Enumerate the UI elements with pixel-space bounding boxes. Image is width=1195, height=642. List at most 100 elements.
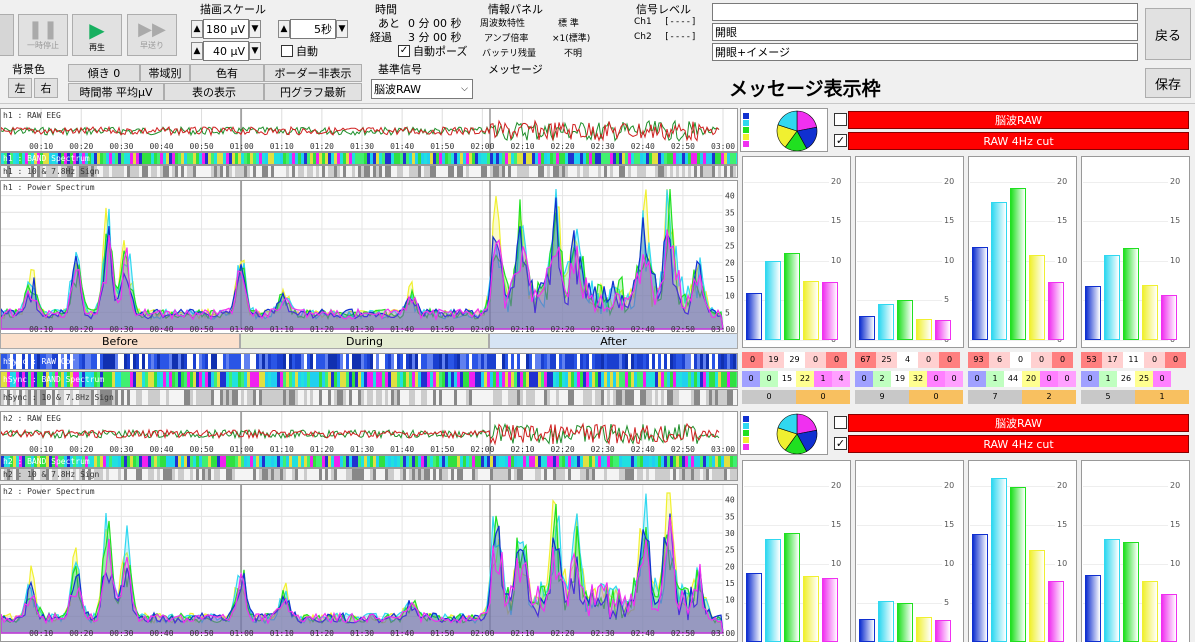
y-tick: 30 (725, 225, 735, 234)
bg-right-button[interactable]: 右 (34, 78, 58, 98)
y-tick: 30 (725, 529, 735, 538)
table-cell: 2 (1022, 390, 1076, 404)
ch1-value: [----] (664, 17, 697, 27)
pie-legend-swatch (743, 416, 749, 422)
bar (897, 300, 913, 340)
elapsed-label: 経過 (370, 31, 392, 44)
table-cell: 25 (876, 352, 897, 368)
scale1-spinner[interactable]: ▲ 180 μV ▼ (191, 19, 261, 39)
table-cell: 0 (855, 371, 873, 387)
table-cell: 0 (796, 390, 850, 404)
amp-label: アンプ倍率 (484, 34, 529, 44)
ch2-label: Ch2 (634, 32, 652, 42)
autopause-checkbox[interactable]: ✓ 自動ポーズ (398, 43, 467, 59)
scale2-down-icon[interactable]: ▼ (249, 42, 261, 60)
time-up-icon[interactable]: ▲ (278, 20, 290, 38)
ch2-raw-button[interactable]: 脳波RAW (848, 414, 1189, 432)
time-tick: 00:50 (190, 629, 214, 638)
scale2-up-icon[interactable]: ▲ (191, 42, 203, 60)
bar (1123, 541, 1139, 642)
bar (784, 253, 800, 340)
scale1-up-icon[interactable]: ▲ (191, 20, 203, 38)
time-down-icon[interactable]: ▼ (336, 20, 348, 38)
bar (1123, 248, 1139, 340)
pie-button[interactable]: 円グラフ最新 (264, 83, 362, 101)
table-cell: 0 (1052, 352, 1073, 368)
table-cell: 0 (1153, 371, 1171, 387)
time-tick: 01:20 (310, 142, 334, 151)
tilt-button[interactable]: 傾き 0 (68, 64, 140, 82)
table-cell: 0 (1081, 371, 1099, 387)
bar-y-tick: 20 (1170, 176, 1181, 186)
table-cell: 4 (832, 371, 850, 387)
time-tick: 01:10 (270, 445, 294, 454)
time-tick: 01:50 (430, 142, 454, 151)
time-tick: 01:50 (430, 629, 454, 638)
color-button[interactable]: 色有 (190, 64, 264, 82)
ch1-raw-checkbox[interactable] (834, 113, 847, 126)
ch1-cut-button[interactable]: RAW 4Hz cut (848, 132, 1189, 150)
bar (935, 320, 951, 340)
table-cell: 0 (909, 390, 963, 404)
time-tick: 02:40 (631, 142, 655, 151)
table-cell: 25 (1135, 371, 1153, 387)
table-cell: 32 (909, 371, 927, 387)
bar (916, 616, 932, 642)
ch1-raw-eeg-panel: 00:10 00:20 00:30 00:40 00:50 01:00 01:10 01:20… (0, 108, 738, 152)
scale1-down-icon[interactable]: ▼ (249, 20, 261, 38)
bar (1161, 593, 1177, 642)
ch1-bar-charts: 20151050201510502015105020151050 (740, 156, 1195, 348)
text-field-2[interactable]: 開眼 (712, 23, 1138, 41)
play-button[interactable]: ▶ 再生 (72, 14, 122, 56)
table-cell: 0 (918, 352, 939, 368)
save-button[interactable]: 保存 (1145, 68, 1191, 98)
bar (972, 246, 988, 340)
battery-label: バッテリ残量 (482, 49, 537, 59)
text-field-1[interactable] (712, 3, 1138, 21)
prev-button[interactable] (0, 14, 14, 56)
ch1-cut-checkbox[interactable]: ✓ (834, 134, 847, 147)
y-tick: 25 (725, 546, 735, 555)
ch1-raw-button[interactable]: 脳波RAW (848, 111, 1189, 129)
table-cell: 15 (778, 371, 796, 387)
bar-y-tick: 5 (944, 597, 950, 607)
auto-checkbox[interactable]: 自動 (281, 43, 318, 59)
time-spinner[interactable]: ▲ 5秒 ▼ (278, 19, 348, 39)
bar-y-tick: 5 (944, 295, 950, 305)
timeband-button[interactable]: 時間帯 平均μV (68, 83, 164, 101)
ch2-cut-button[interactable]: RAW 4Hz cut (848, 435, 1189, 453)
bar (1048, 282, 1064, 340)
table-cell: 6 (989, 352, 1010, 368)
bar-y-tick: 20 (831, 176, 842, 186)
fast-forward-button[interactable]: ▶▶ 早送り (127, 14, 177, 56)
ch2-band-spectrum-strip: h2 : BAND Spectrum (0, 455, 738, 468)
ch2-raw-checkbox[interactable] (834, 416, 847, 429)
ch1-raw-eeg-waveform: 00:10 00:20 00:30 00:40 00:50 01:00 01:10 01:20… (1, 109, 735, 151)
band-button[interactable]: 帯域別 (140, 64, 190, 82)
time-tick: 01:40 (390, 142, 414, 151)
scale2-spinner[interactable]: ▲ 40 μV ▼ (191, 41, 261, 61)
time-tick: 01:00 (230, 445, 254, 454)
ch2-raw-eeg-waveform: 00:10 00:20 00:30 00:40 00:50 01:00 01:10 01:20… (1, 412, 735, 454)
time-tick: 01:00 (230, 629, 254, 638)
bg-left-button[interactable]: 左 (8, 78, 32, 98)
border-button[interactable]: ボーダー非表示 (264, 64, 362, 82)
time-tick: 01:40 (390, 445, 414, 454)
play-icon: ▶ (89, 17, 105, 42)
ch1-power-spectrum-panel: 40 35 30 25 20 15 10 5 00:10 00:20 00:30 00:40 00:50… (0, 180, 738, 348)
bar-y-tick: 10 (831, 255, 842, 265)
table-button[interactable]: 表の表示 (164, 83, 264, 101)
table-cell: 93 (968, 352, 989, 368)
ch2-cut-checkbox[interactable]: ✓ (834, 437, 847, 450)
table-cell: 4 (897, 352, 918, 368)
ref-select[interactable]: 脳波RAW ⌵ (371, 79, 473, 99)
table-cell: 0 (939, 352, 960, 368)
back-button[interactable]: 戻る (1145, 8, 1191, 60)
time-tick: 00:10 (29, 445, 53, 454)
pause-button[interactable]: ❚❚ 一時停止 (18, 14, 68, 56)
time-tick: 01:10 (270, 629, 294, 638)
phase-2: After (489, 333, 738, 349)
table-cell: 20 (1022, 371, 1040, 387)
message-display: メッセージ表示枠 (729, 78, 881, 100)
text-field-3[interactable]: 開眼+イメージ (712, 43, 1138, 61)
